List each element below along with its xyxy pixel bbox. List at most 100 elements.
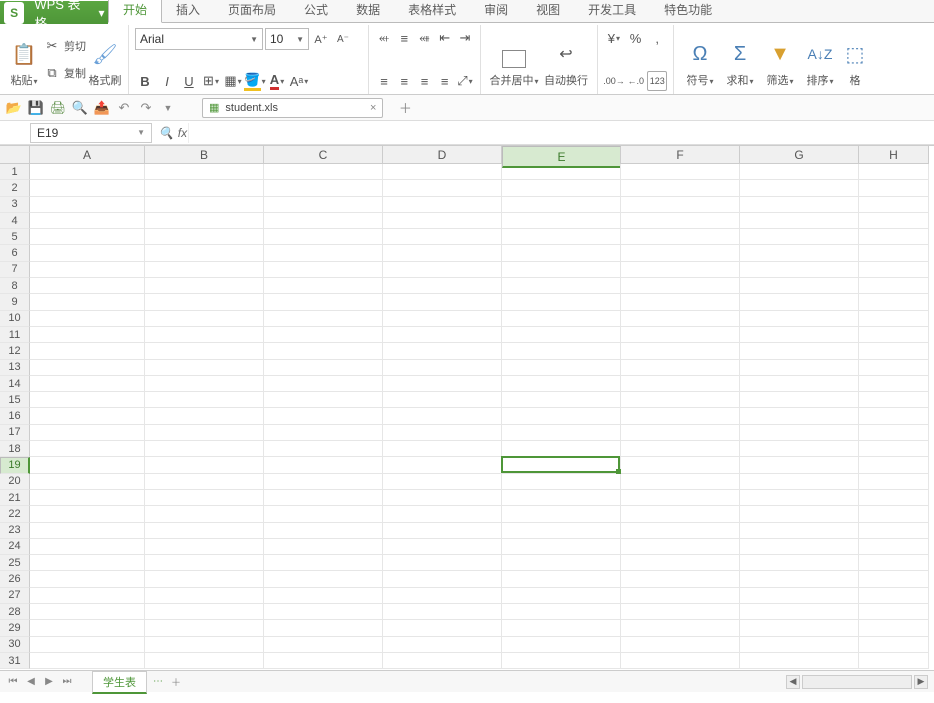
cell[interactable] (383, 441, 502, 457)
menu-tab-9[interactable]: 特色功能 (650, 0, 726, 22)
cell[interactable] (264, 474, 383, 490)
cell[interactable] (740, 262, 859, 278)
cell[interactable] (264, 327, 383, 343)
cell[interactable] (740, 441, 859, 457)
cell[interactable] (502, 620, 621, 636)
fill-color-button[interactable]: 🪣 (245, 71, 265, 91)
cell[interactable] (740, 311, 859, 327)
cell[interactable] (30, 392, 145, 408)
menu-tab-8[interactable]: 开发工具 (574, 0, 650, 22)
row-header-14[interactable]: 14 (0, 376, 30, 392)
column-header-G[interactable]: G (740, 146, 859, 164)
cell[interactable] (264, 441, 383, 457)
align-justify-button[interactable]: ≡ (436, 71, 454, 91)
scroll-track[interactable] (802, 675, 912, 689)
cell[interactable] (621, 262, 740, 278)
cell[interactable] (859, 457, 929, 473)
row-header-5[interactable]: 5 (0, 229, 30, 245)
menu-tab-5[interactable]: 表格样式 (394, 0, 470, 22)
currency-button[interactable]: ¥ (604, 28, 624, 48)
cell[interactable] (264, 360, 383, 376)
cell[interactable] (859, 588, 929, 604)
cell[interactable] (621, 376, 740, 392)
cell[interactable] (264, 278, 383, 294)
cell[interactable] (30, 213, 145, 229)
cell[interactable] (740, 408, 859, 424)
cell[interactable] (30, 539, 145, 555)
cell[interactable] (502, 523, 621, 539)
cell[interactable] (30, 604, 145, 620)
decrease-font-button[interactable]: A⁻ (333, 29, 353, 49)
cell[interactable] (859, 343, 929, 359)
document-tab[interactable]: ▦ student.xls × (202, 98, 383, 118)
format-painter-button[interactable]: 🖌 格式刷 (88, 28, 122, 90)
cell[interactable] (502, 229, 621, 245)
cell[interactable] (621, 539, 740, 555)
redo-icon[interactable]: ↷ (138, 100, 154, 116)
cell[interactable] (30, 653, 145, 669)
cell[interactable] (383, 523, 502, 539)
menu-tab-3[interactable]: 公式 (290, 0, 342, 22)
underline-button[interactable]: U (179, 71, 199, 91)
cell[interactable] (383, 571, 502, 587)
scroll-left-button[interactable]: ◀ (786, 675, 800, 689)
cell[interactable] (502, 474, 621, 490)
cell[interactable] (740, 474, 859, 490)
menu-tab-7[interactable]: 视图 (522, 0, 574, 22)
row-header-26[interactable]: 26 (0, 571, 30, 587)
cell[interactable] (30, 490, 145, 506)
cell[interactable] (30, 474, 145, 490)
row-header-20[interactable]: 20 (0, 474, 30, 490)
row-header-3[interactable]: 3 (0, 197, 30, 213)
align-bottom-button[interactable]: ⬵ (415, 28, 433, 48)
cell[interactable] (859, 278, 929, 294)
cell[interactable] (383, 588, 502, 604)
cell[interactable] (621, 637, 740, 653)
align-center-button[interactable]: ≡ (395, 71, 413, 91)
cell[interactable] (264, 555, 383, 571)
cell[interactable] (264, 376, 383, 392)
cell[interactable] (30, 620, 145, 636)
cell[interactable] (621, 474, 740, 490)
column-header-A[interactable]: A (30, 146, 145, 164)
cell[interactable] (145, 408, 264, 424)
bold-button[interactable]: B (135, 71, 155, 91)
cell[interactable] (621, 311, 740, 327)
cell[interactable] (502, 311, 621, 327)
cell[interactable] (145, 180, 264, 196)
cell[interactable] (621, 343, 740, 359)
cell[interactable] (740, 294, 859, 310)
sheet-nav-next[interactable]: ▶ (42, 675, 56, 689)
cell[interactable] (383, 490, 502, 506)
cell[interactable] (145, 294, 264, 310)
cell[interactable] (145, 213, 264, 229)
cell[interactable] (383, 620, 502, 636)
cell[interactable] (264, 506, 383, 522)
row-header-27[interactable]: 27 (0, 588, 30, 604)
comma-button[interactable]: , (647, 28, 667, 48)
cell[interactable] (383, 327, 502, 343)
cell[interactable] (264, 637, 383, 653)
cell[interactable] (859, 425, 929, 441)
new-tab-button[interactable]: ＋ (397, 100, 413, 116)
cell[interactable] (502, 653, 621, 669)
cell[interactable] (859, 360, 929, 376)
cell[interactable] (30, 360, 145, 376)
cell[interactable] (145, 245, 264, 261)
cell[interactable] (859, 197, 929, 213)
cell[interactable] (30, 408, 145, 424)
select-all-corner[interactable] (0, 146, 30, 164)
cell[interactable] (740, 197, 859, 213)
scroll-right-button[interactable]: ▶ (914, 675, 928, 689)
open-icon[interactable]: 📂 (6, 100, 22, 116)
cell[interactable] (740, 278, 859, 294)
cell[interactable] (740, 588, 859, 604)
cell[interactable] (740, 343, 859, 359)
format-button[interactable]: ⬚格 (840, 28, 870, 90)
cell[interactable] (859, 327, 929, 343)
cell[interactable] (502, 555, 621, 571)
row-header-16[interactable]: 16 (0, 408, 30, 424)
cell[interactable] (264, 539, 383, 555)
cell[interactable] (145, 327, 264, 343)
spreadsheet-grid[interactable]: ABCDEFGH 1234567891011121314151617181920… (0, 145, 934, 670)
